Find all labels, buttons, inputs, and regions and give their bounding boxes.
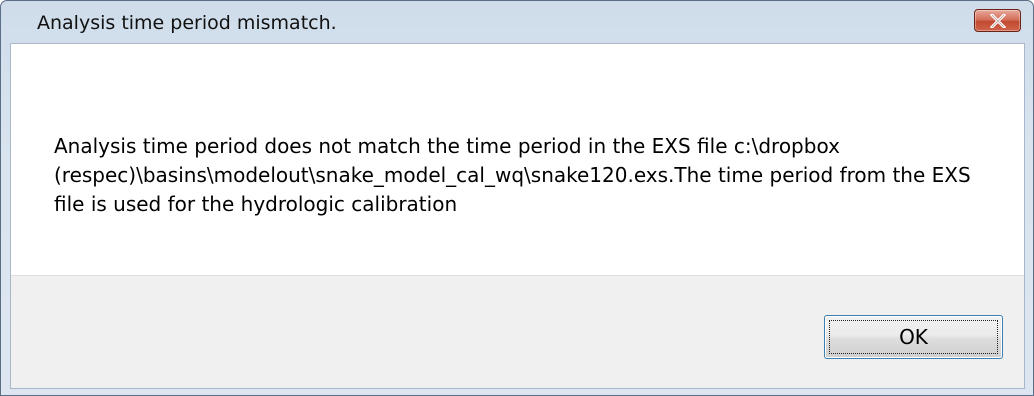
dialog-window: Analysis time period mismatch. Analysis …	[0, 0, 1034, 396]
dialog-content: Analysis time period does not match the …	[10, 43, 1025, 389]
ok-button[interactable]: OK	[824, 315, 1003, 359]
close-icon	[990, 14, 1006, 28]
title-bar[interactable]: Analysis time period mismatch.	[1, 1, 1033, 43]
window-title: Analysis time period mismatch.	[37, 12, 337, 34]
message-text: Analysis time period does not match the …	[54, 134, 971, 216]
button-bar: OK	[11, 275, 1024, 388]
close-button[interactable]	[974, 9, 1021, 32]
ok-button-label: OK	[899, 325, 928, 349]
